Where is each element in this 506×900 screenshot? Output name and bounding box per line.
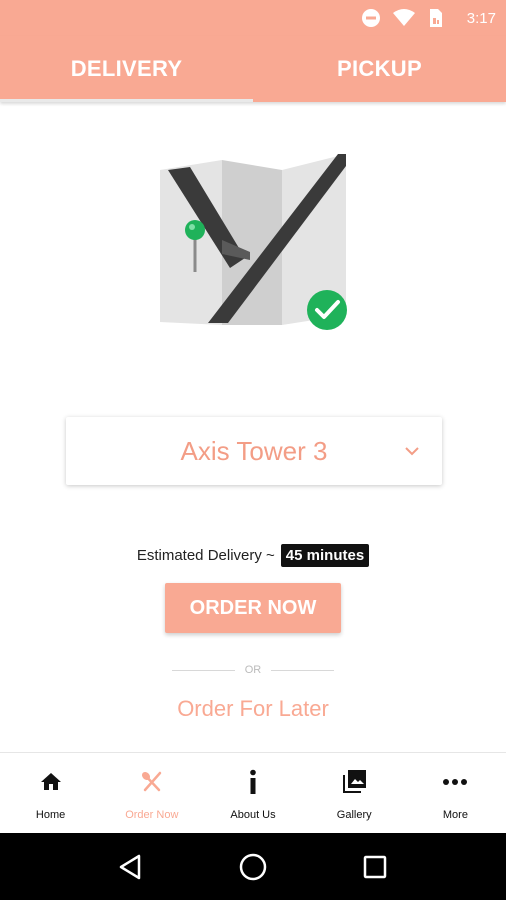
order-for-later-link[interactable]: Order For Later [0,696,506,722]
sim-icon [429,9,442,27]
nav-label-home: Home [35,809,66,821]
divider-line-right [271,669,334,671]
nav-item-gallery[interactable]: Gallery [304,753,405,833]
more-icon [440,767,470,797]
status-time: 3:17 [466,9,496,27]
tab-pickup[interactable]: PICKUP [253,36,506,102]
info-icon [238,767,268,797]
wifi-icon [392,9,415,26]
bottom-nav: Home Order Now About Us Gallery More [0,752,506,833]
recents-button[interactable] [355,847,395,887]
nav-item-home[interactable]: Home [0,753,101,833]
map-pin-head [185,220,205,240]
home-circle-icon [239,853,267,880]
nav-label-gallery: Gallery [336,809,372,821]
divider-line-left [172,669,235,671]
home-system-button[interactable] [233,847,273,887]
nav-label-about-us: About Us [230,809,276,821]
estimated-delivery-label: Estimated Delivery ~ [136,547,275,564]
location-select[interactable]: Axis Tower 3 [66,417,442,485]
nav-label-more: More [442,809,468,821]
map-pin-check-illustration [160,154,347,330]
estimated-delivery-badge: 45 minutes [280,544,370,567]
location-select-value: Axis Tower 3 [180,435,328,466]
status-icons: 3:17 [361,0,496,36]
back-triangle-icon [119,854,141,879]
do-not-disturb-icon [361,9,380,27]
home-icon [36,767,66,797]
tab-bar: DELIVERY PICKUP [0,36,506,102]
check-badge-icon [307,290,347,330]
nav-item-order-now[interactable]: Order Now [101,753,202,833]
chevron-down-icon [405,447,419,456]
tab-delivery[interactable]: DELIVERY [0,36,253,102]
back-button[interactable] [111,847,151,887]
recents-square-icon [363,855,387,878]
nav-item-about-us[interactable]: About Us [202,753,303,833]
gallery-icon [339,767,369,797]
or-divider: OR [172,660,334,680]
nav-item-more[interactable]: More [405,753,506,833]
status-bar: 3:17 [0,0,506,36]
fork-knife-icon [137,767,167,797]
estimated-delivery: Estimated Delivery ~ 45 minutes [0,544,506,567]
divider-label: OR [244,664,262,676]
system-nav-bar [0,833,506,900]
order-now-button[interactable]: ORDER NOW [165,583,341,633]
map-pin-shine [189,224,195,230]
nav-label-order-now: Order Now [125,809,179,821]
